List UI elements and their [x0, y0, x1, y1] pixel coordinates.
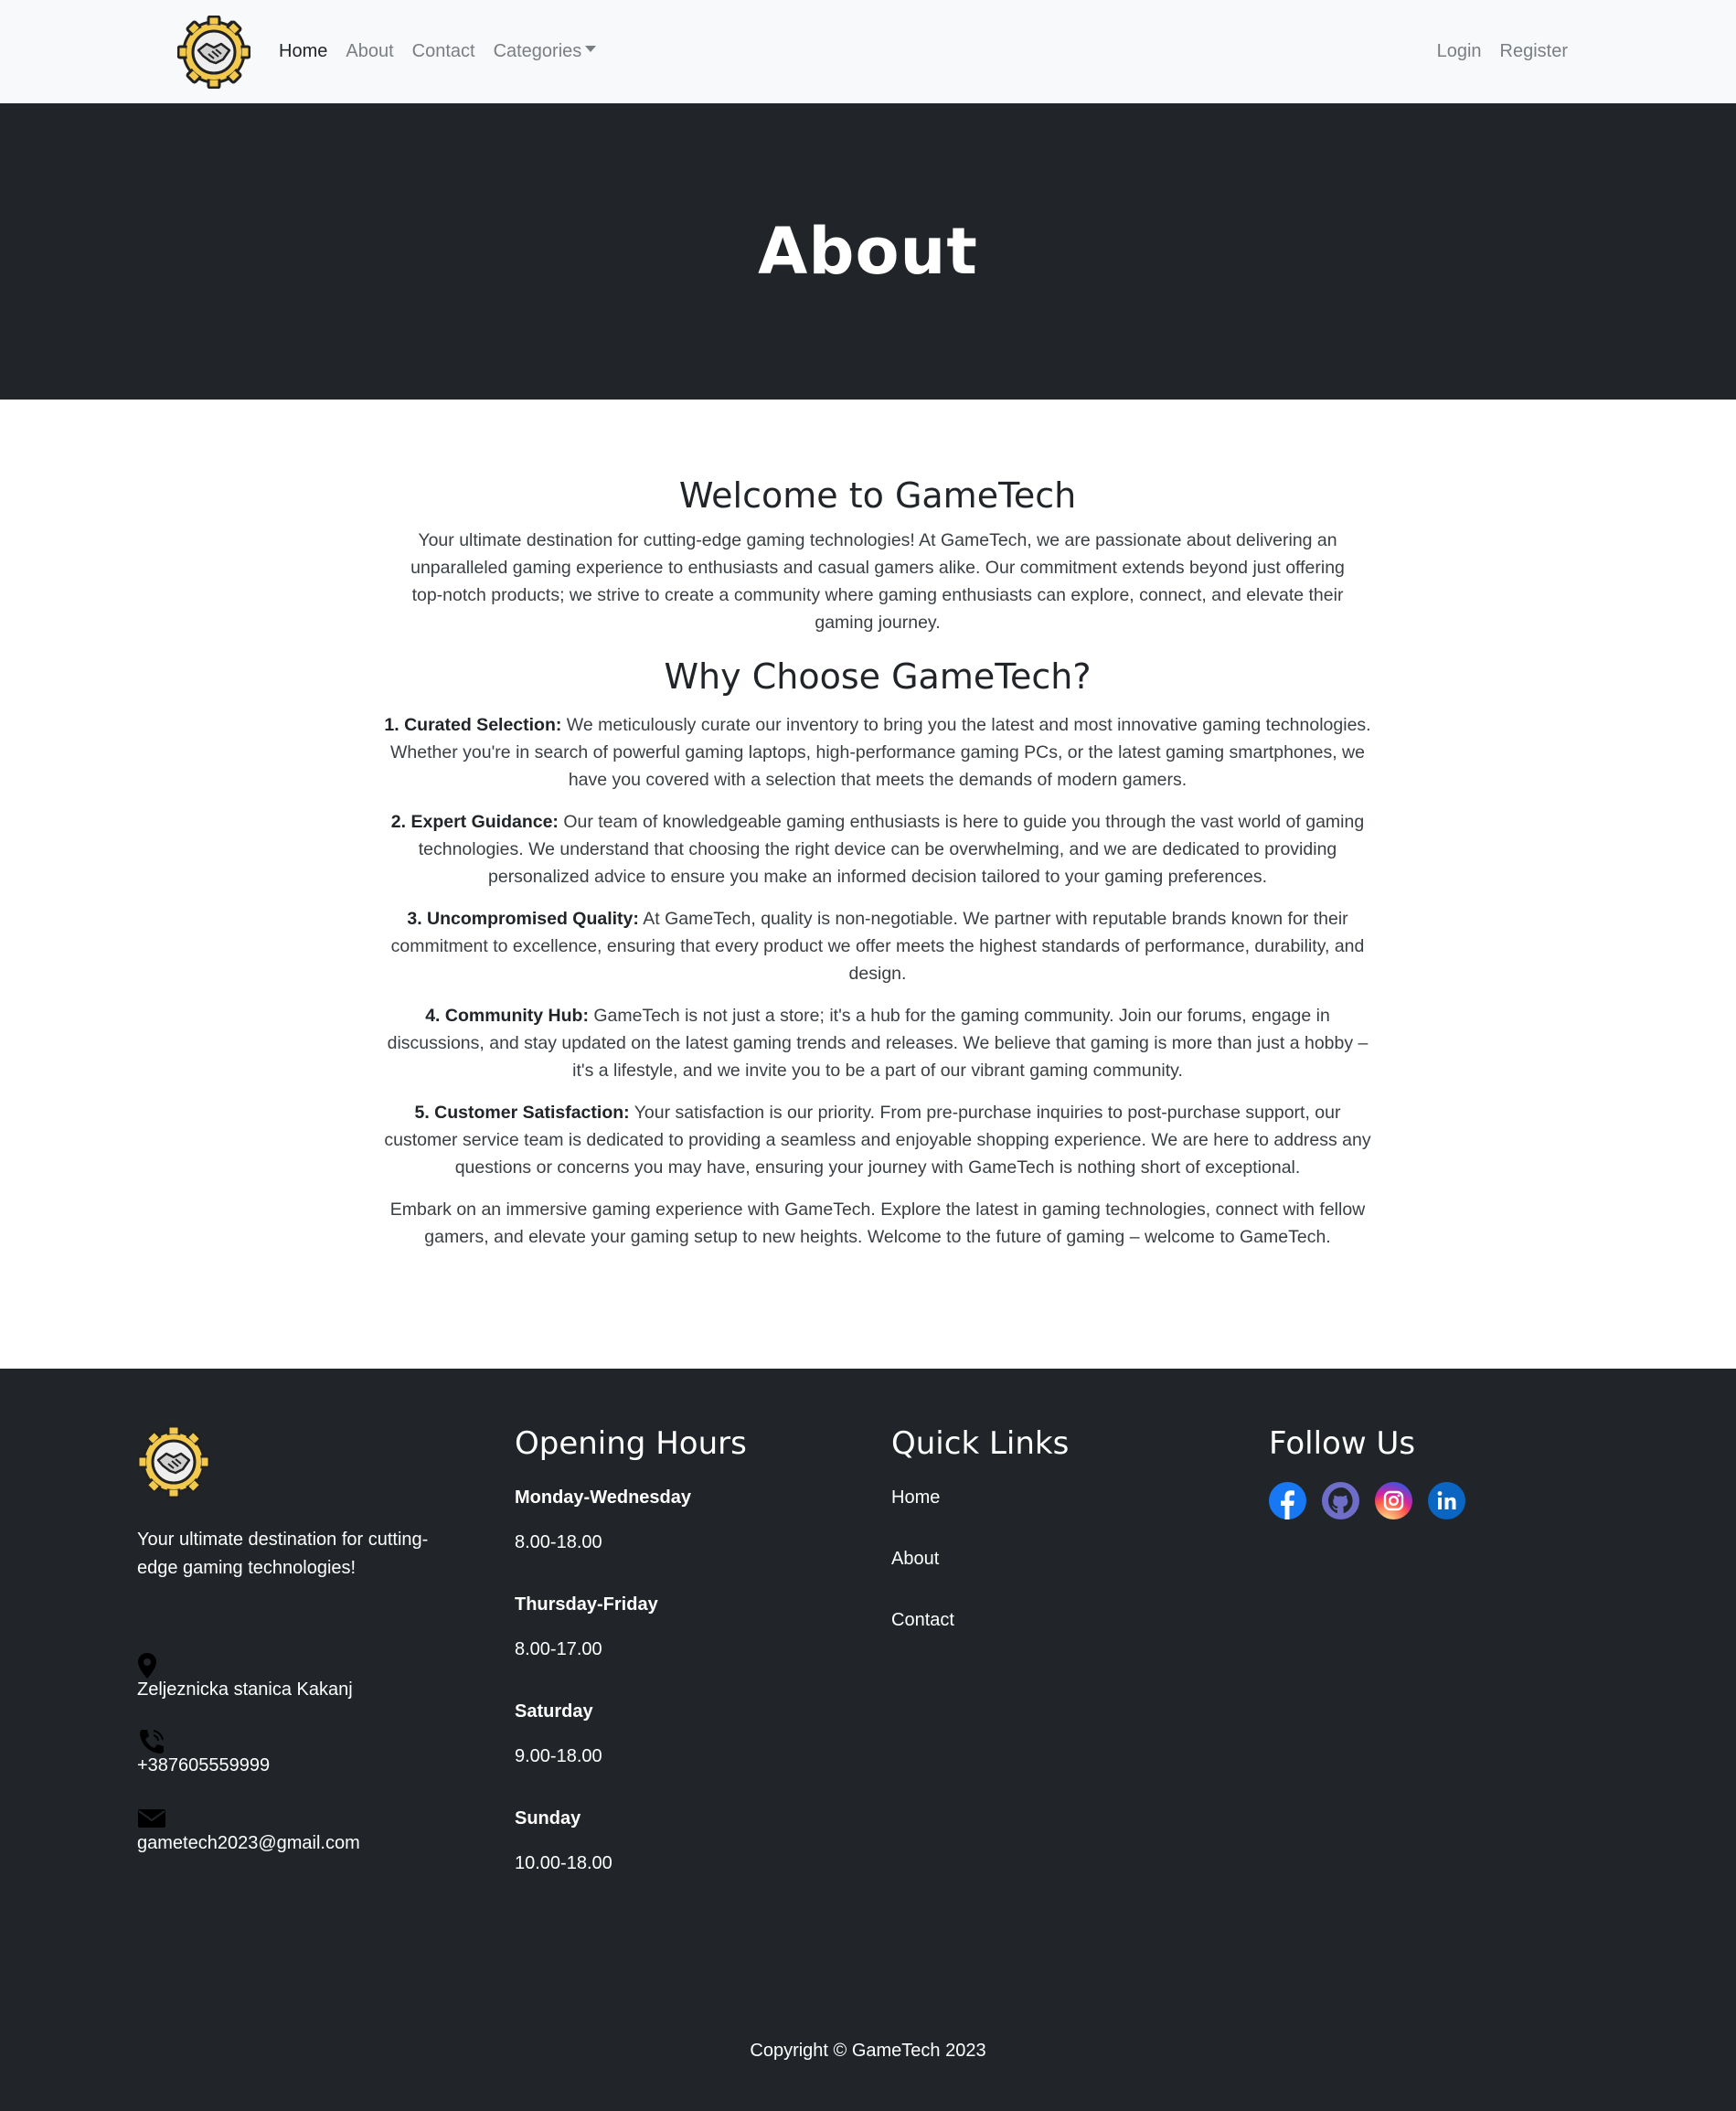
- social-links: [1269, 1482, 1465, 1519]
- hours-time: 8.00-17.00: [515, 1639, 602, 1659]
- welcome-heading: Welcome to GameTech: [678, 475, 1077, 516]
- hours-day: Saturday: [515, 1701, 593, 1722]
- handshake-gear-logo-icon: [176, 15, 251, 90]
- nav-about-link[interactable]: About: [346, 41, 393, 62]
- reason-title: 5. Customer Satisfaction:: [414, 1103, 630, 1123]
- address-item: Zeljeznicka stanica Kakanj: [137, 1652, 353, 1701]
- reason-title: 3. Uncompromised Quality:: [407, 909, 639, 929]
- reason-paragraph: 1. Curated Selection: We meticulously cu…: [384, 711, 1371, 794]
- nav-categories-dropdown[interactable]: Categories: [494, 41, 597, 62]
- github-icon[interactable]: [1322, 1482, 1359, 1519]
- copyright-text: Copyright © GameTech 2023: [750, 2041, 986, 2061]
- register-link[interactable]: Register: [1500, 41, 1568, 62]
- address-text: Zeljeznicka stanica Kakanj: [137, 1679, 353, 1700]
- hours-time: 8.00-18.00: [515, 1532, 602, 1552]
- nav-categories-label: Categories: [493, 41, 582, 61]
- hours-day: Thursday-Friday: [515, 1594, 658, 1615]
- hours-time: 9.00-18.00: [515, 1746, 602, 1766]
- footer-contact-link[interactable]: Contact: [891, 1610, 1069, 1631]
- follow-us-column: Follow Us: [1269, 1425, 1465, 1519]
- handshake-gear-logo-icon: [136, 1424, 211, 1499]
- why-heading: Why Choose GameTech?: [664, 656, 1092, 697]
- footer-about-link[interactable]: About: [891, 1549, 1069, 1570]
- email-item: gametech2023@gmail.com: [137, 1806, 360, 1854]
- reason-paragraph: 2. Expert Guidance: Our team of knowledg…: [384, 808, 1371, 890]
- quick-links-heading: Quick Links: [891, 1425, 1070, 1462]
- hours-day: Sunday: [515, 1808, 581, 1828]
- brand-logo[interactable]: [176, 15, 251, 90]
- map-pin-icon: [138, 1653, 156, 1679]
- quick-links-column: Quick Links Home About Contact: [891, 1425, 1069, 1631]
- about-content: Welcome to GameTech Your ultimate destin…: [384, 475, 1371, 1251]
- navbar: Home About Contact Categories Login Regi…: [0, 0, 1736, 103]
- caret-down-icon: [585, 46, 597, 53]
- footer: Your ultimate destination for cutting-ed…: [0, 1369, 1736, 2111]
- instagram-icon[interactable]: [1375, 1482, 1412, 1519]
- facebook-icon[interactable]: [1269, 1482, 1306, 1519]
- hours-day: Monday-Wednesday: [515, 1487, 691, 1508]
- linkedin-icon[interactable]: [1428, 1482, 1465, 1519]
- hours-time: 10.00-18.00: [515, 1853, 612, 1873]
- nav-home-link[interactable]: Home: [279, 41, 327, 62]
- opening-hours-heading: Opening Hours: [515, 1425, 747, 1462]
- phone-text: +387605559999: [137, 1755, 271, 1775]
- closing-paragraph: Embark on an immersive gaming experience…: [389, 1199, 1366, 1247]
- follow-us-heading: Follow Us: [1269, 1425, 1416, 1462]
- reason-text: Our team of knowledgeable gaming enthusi…: [418, 812, 1365, 887]
- intro-paragraph: Your ultimate destination for cutting-ed…: [410, 530, 1345, 633]
- nav-contact-link[interactable]: Contact: [412, 41, 475, 62]
- footer-logo: [136, 1424, 211, 1499]
- reason-paragraph: 4. Community Hub: GameTech is not just a…: [384, 1002, 1371, 1084]
- hero-banner: About: [0, 103, 1736, 400]
- reason-title: 2. Expert Guidance:: [390, 812, 559, 832]
- footer-home-link[interactable]: Home: [891, 1487, 1069, 1509]
- auth-links: Login Register: [1419, 0, 1568, 103]
- reason-title: 1. Curated Selection:: [384, 715, 562, 735]
- reason-title: 4. Community Hub:: [425, 1006, 589, 1026]
- reason-paragraph: 3. Uncompromised Quality: At GameTech, q…: [384, 905, 1371, 987]
- phone-item: +387605559999: [137, 1728, 270, 1776]
- nav-links: Home About Contact Categories: [279, 0, 614, 103]
- opening-hours-column: Opening Hours Monday-Wednesday 8.00-18.0…: [515, 1425, 747, 1874]
- page-title: About: [758, 214, 978, 289]
- login-link[interactable]: Login: [1437, 41, 1482, 62]
- footer-tagline: Your ultimate destination for cutting-ed…: [137, 1530, 429, 1578]
- envelope-icon: [138, 1809, 165, 1828]
- phone-icon: [140, 1730, 164, 1754]
- email-text: gametech2023@gmail.com: [137, 1833, 360, 1853]
- reason-paragraph: 5. Customer Satisfaction: Your satisfact…: [384, 1099, 1371, 1181]
